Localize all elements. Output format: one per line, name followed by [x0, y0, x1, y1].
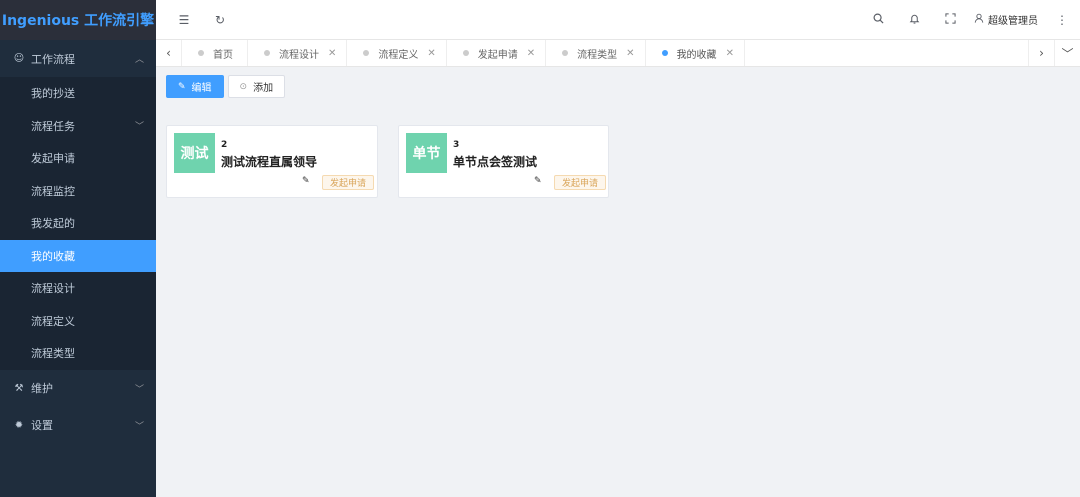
card-title: 单节点会签测试 — [453, 155, 538, 169]
user-name: 超级管理员 — [988, 16, 1038, 27]
refresh-icon[interactable]: ↻ — [202, 13, 238, 27]
favorite-card[interactable]: 单节 3 单节点会签测试 ✎ 发起申请 — [398, 125, 609, 198]
chevron-down-icon: ﹀ — [134, 122, 144, 133]
fullscreen-icon[interactable] — [932, 12, 968, 27]
sidebar-item-label: 流程监控 — [31, 184, 75, 198]
chevron-up-icon: ︿ — [134, 55, 144, 65]
sidebar-item-label: 我的收藏 — [31, 249, 75, 263]
tab-dot — [462, 50, 469, 56]
tab-label: 流程类型 — [577, 49, 618, 61]
user-menu[interactable]: 超级管理员 — [974, 12, 1038, 27]
menu-fold-icon[interactable]: ☰ — [166, 13, 202, 27]
toolbar: ✎ 编辑 ⊙ 添加 — [166, 75, 286, 98]
close-icon[interactable]: ✕ — [726, 48, 734, 59]
card-number: 2 — [221, 140, 228, 150]
tab-label: 我的收藏 — [676, 49, 717, 61]
user-icon — [974, 13, 984, 26]
sidebar-item-my-favorites[interactable]: 我的收藏 — [0, 239, 156, 272]
pencil-icon: ✎ — [178, 81, 186, 92]
tab-start-request[interactable]: 发起申请 ✕ — [447, 40, 547, 66]
tabs-bar: ‹ 首页 流程设计 ✕ 流程定义 ✕ 发起申请 ✕ 流程类型 ✕ 我的收藏 ✕ … — [156, 40, 1080, 67]
top-header: ☰ ↻ 超级管理员 ⋮ — [156, 0, 1080, 40]
search-icon[interactable] — [860, 13, 896, 27]
close-icon[interactable]: ✕ — [527, 48, 535, 59]
tabs-scroll-left-icon[interactable]: ‹ — [156, 40, 182, 66]
sidebar-item-label: 流程定义 — [31, 314, 75, 328]
sidebar-item-label: 发起申请 — [31, 152, 75, 166]
tab-dot — [198, 50, 204, 56]
sidebar-item-label: 我发起的 — [31, 217, 75, 231]
tab-process-definition[interactable]: 流程定义 ✕ — [347, 40, 447, 66]
tab-dot — [562, 50, 569, 56]
card-badge: 测试 — [174, 133, 215, 173]
sidebar-item-label: 流程任务 — [31, 119, 75, 133]
tab-label: 发起申请 — [477, 49, 518, 61]
close-icon[interactable]: ✕ — [626, 48, 634, 59]
tab-home[interactable]: 首页 — [182, 40, 248, 66]
start-request-tag[interactable]: 发起申请 — [322, 175, 375, 190]
tabs-dropdown-icon[interactable]: ﹀ — [1054, 40, 1080, 66]
close-icon[interactable]: ✕ — [427, 48, 435, 59]
more-icon[interactable]: ⋮ — [1044, 13, 1080, 27]
menu-group-label: 维护 — [31, 382, 53, 395]
tab-dot — [264, 50, 270, 56]
pencil-icon[interactable]: ✎ — [302, 176, 310, 186]
sidebar-item-label: 流程类型 — [31, 347, 75, 361]
sidebar-item-start-request[interactable]: 发起申请 — [0, 142, 156, 175]
sidebar-item-label: 我的抄送 — [31, 87, 75, 101]
sidebar: Ingenious 工作流引擎 ☺ 工作流程 ︿ 我的抄送 流程任务 ﹀ 发起申… — [0, 0, 156, 497]
workflow-submenu: 我的抄送 流程任务 ﹀ 发起申请 流程监控 我发起的 我的收藏 流程设计 流程定… — [0, 77, 156, 370]
sidebar-item-label: 流程设计 — [31, 282, 75, 296]
sidebar-item-process-design[interactable]: 流程设计 — [0, 272, 156, 305]
bell-icon[interactable] — [896, 13, 932, 27]
menu-group-label: 工作流程 — [31, 52, 75, 66]
tools-icon: ⚒ — [14, 382, 24, 394]
add-button-label: 添加 — [253, 83, 274, 94]
card-number: 3 — [453, 140, 460, 150]
tab-process-type[interactable]: 流程类型 ✕ — [546, 40, 646, 66]
tab-label: 流程定义 — [378, 49, 419, 61]
menu-group-label: 设置 — [31, 419, 53, 432]
menu-group-settings[interactable]: ✹ 设置 ﹀ — [0, 407, 156, 444]
app-title: Ingenious 工作流引擎 — [0, 0, 156, 40]
tabs-scroll-right-icon[interactable]: › — [1028, 40, 1054, 66]
chevron-down-icon: ﹀ — [134, 421, 144, 432]
sidebar-item-process-monitor[interactable]: 流程监控 — [0, 175, 156, 208]
menu-group-maintenance[interactable]: ⚒ 维护 ﹀ — [0, 370, 156, 407]
start-request-tag[interactable]: 发起申请 — [554, 175, 607, 190]
pencil-icon[interactable]: ✎ — [534, 176, 542, 186]
favorite-card[interactable]: 测试 2 测试流程直属领导 ✎ 发起申请 — [166, 125, 378, 198]
close-icon[interactable]: ✕ — [328, 48, 336, 59]
sidebar-item-my-started[interactable]: 我发起的 — [0, 207, 156, 240]
card-badge: 单节 — [406, 133, 447, 173]
tab-process-design[interactable]: 流程设计 ✕ — [248, 40, 348, 66]
smile-icon: ☺ — [13, 53, 25, 64]
edit-button-label: 编辑 — [191, 83, 212, 94]
add-circle-icon: ⊙ — [239, 81, 248, 92]
tab-dot — [661, 50, 668, 56]
sidebar-item-process-definition[interactable]: 流程定义 — [0, 305, 156, 338]
sidebar-item-my-cc[interactable]: 我的抄送 — [0, 77, 156, 110]
sidebar-item-process-tasks[interactable]: 流程任务 ﹀ — [0, 110, 156, 143]
gear-icon: ✹ — [14, 419, 24, 431]
tab-dot — [363, 50, 370, 56]
sidebar-item-process-type[interactable]: 流程类型 — [0, 337, 156, 370]
menu-group-workflow[interactable]: ☺ 工作流程 ︿ — [0, 40, 156, 77]
tab-list: 首页 流程设计 ✕ 流程定义 ✕ 发起申请 ✕ 流程类型 ✕ 我的收藏 ✕ — [182, 40, 1028, 66]
tab-label: 流程设计 — [279, 49, 319, 61]
edit-button[interactable]: ✎ 编辑 — [166, 75, 224, 98]
tab-my-favorites[interactable]: 我的收藏 ✕ — [646, 40, 745, 66]
chevron-down-icon: ﹀ — [134, 384, 144, 395]
tab-label: 首页 — [213, 49, 233, 61]
add-button[interactable]: ⊙ 添加 — [227, 75, 286, 98]
card-title: 测试流程直属领导 — [221, 155, 318, 169]
